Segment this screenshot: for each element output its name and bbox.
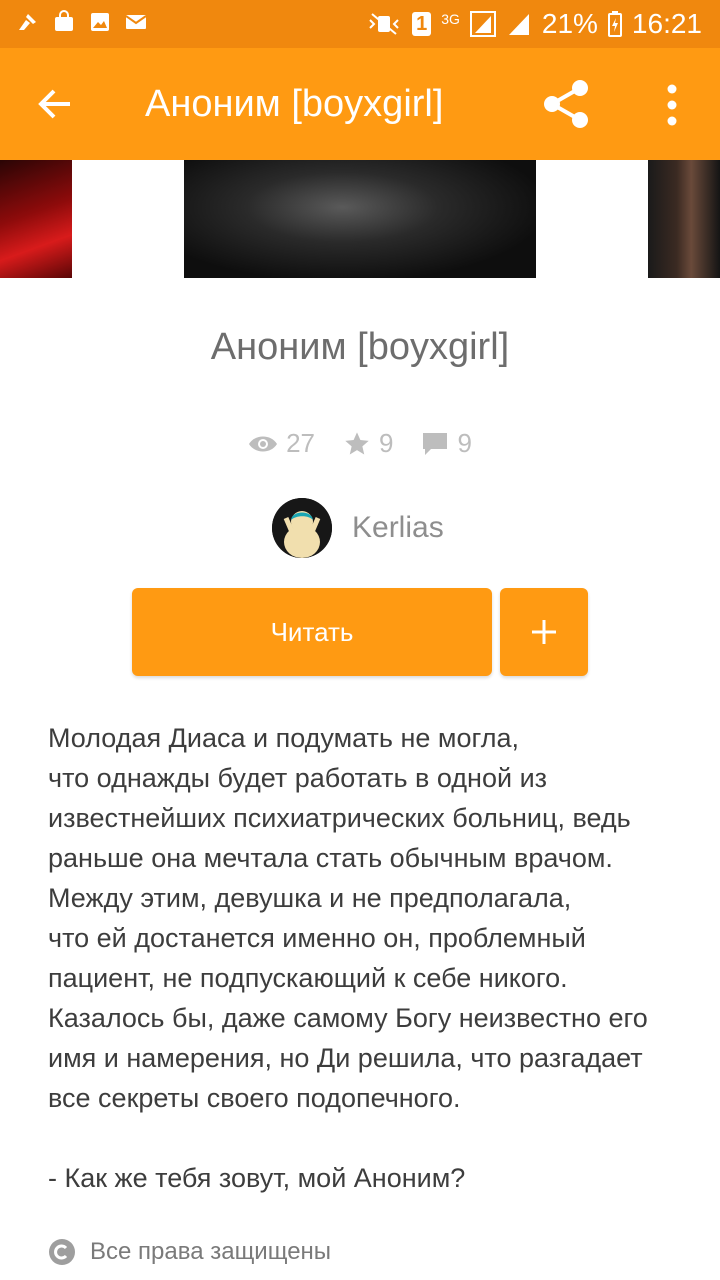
read-button[interactable]: Читать [132,588,492,676]
previous-cover-image[interactable] [0,160,72,278]
shopping-bag-icon [55,10,73,31]
eye-icon [249,436,278,451]
notification-icons [16,10,148,34]
votes-stat: 9 [343,428,393,459]
comments-count: 9 [457,428,472,458]
clock: 16:21 [631,8,702,39]
description-line: имя и намерения, но Ди решила, что разга… [48,1043,643,1073]
story-stats: 27 9 9 [0,428,720,459]
description-line: что однажды будет работать в одной из [48,763,548,793]
description-line: известнейших психиатрических больниц, ве… [48,803,631,833]
copyright-icon [49,1239,75,1265]
battery-icon [607,11,622,37]
vibrate-mute-icon [369,13,399,35]
copyright-text: Все права защищены [90,1238,332,1265]
description-line: Казалось бы, даже самому Богу неизвестно… [48,1003,648,1033]
cleaner-icon [19,14,36,30]
description-line: пациент, не подпускающий к себе никого. [48,963,568,993]
avatar-image [272,498,332,558]
signal-icon-2 [508,14,529,35]
read-button-label: Читать [270,616,354,647]
battery-percent: 21% [541,8,598,39]
votes-count: 9 [378,428,394,458]
image-icon [91,13,109,31]
status-indicators: 1 3G 21% 16:21 [366,8,702,40]
description-line: Молодая Диаса и подумать не могла, [48,723,520,753]
views-count: 27 [286,428,315,458]
description-line: все секреты своего подопечного. [48,1083,461,1113]
signal-icon [469,11,496,37]
share-icon[interactable] [540,78,592,130]
more-vert-icon[interactable] [658,82,686,128]
copyright-notice: Все права защищены [48,1238,331,1266]
avatar[interactable] [272,498,332,558]
arrow-back-icon[interactable] [30,80,78,128]
author-link[interactable]: Kerlias [272,498,444,558]
story-description: Молодая Диаса и подумать не могла, что о… [48,718,688,1198]
add-to-library-button[interactable] [500,588,588,676]
description-quote: - Как же тебя зовут, мой Аноним? [48,1163,466,1193]
author-name[interactable]: Kerlias [352,511,444,545]
views-stat: 27 [248,428,315,459]
plus-icon [532,620,556,644]
mail-icon [125,15,147,29]
story-title: Аноним [boyxgirl] [210,326,510,368]
sim-slot-indicator: 1 [412,12,432,36]
story-cover-image[interactable] [184,160,536,278]
comments-stat: 9 [421,428,472,459]
star-icon [345,431,369,454]
app-bar-title: Аноним [boyxgirl] [145,83,444,125]
description-line: раньше она мечтала стать обычным врачом. [48,843,613,873]
description-line: Между этим, девушка и не предполагала, [48,883,572,913]
app-bar: Аноним [boyxgirl] [0,48,720,160]
description-line: что ей достанется именно он, проблемный [48,923,586,953]
comment-icon [423,432,448,455]
next-cover-image[interactable] [648,160,720,278]
network-type: 3G [441,11,460,27]
cover-carousel[interactable] [0,160,720,278]
status-bar: 1 3G 21% 16:21 [0,0,720,48]
